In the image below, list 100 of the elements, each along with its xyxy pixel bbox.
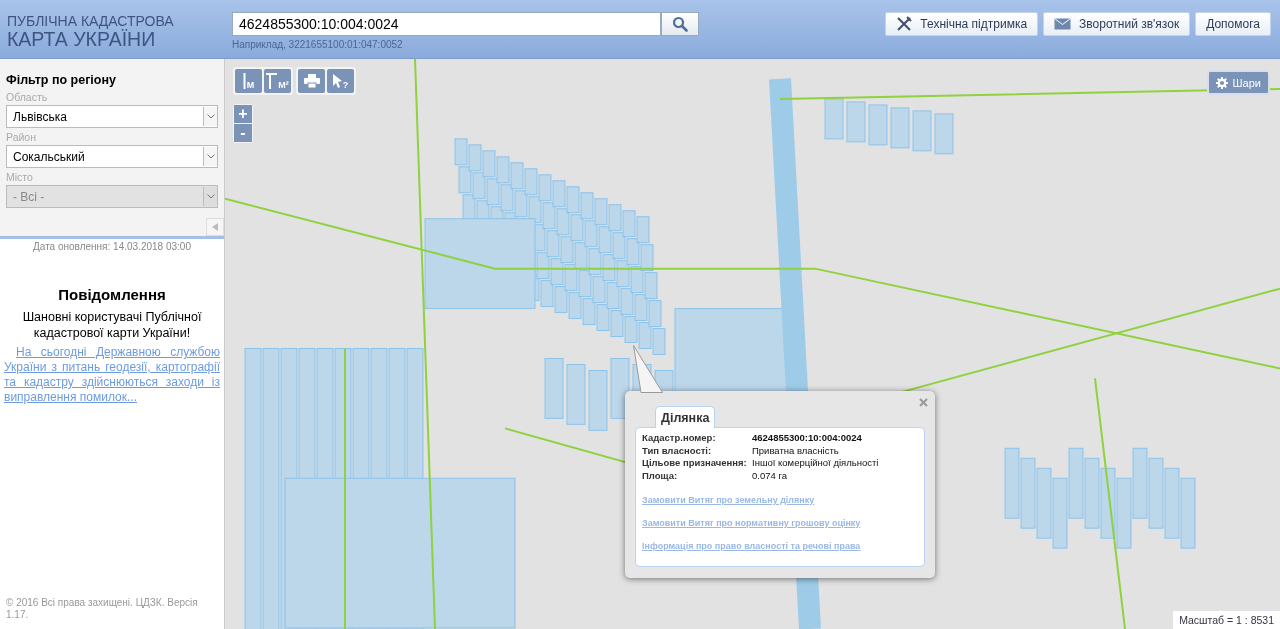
popup-pointer: [633, 345, 663, 393]
ruler-icon: [242, 73, 246, 89]
popup-link[interactable]: Замовити Витяг про земельну ділянку: [642, 495, 815, 505]
land-parcel: [648, 300, 662, 328]
print-tool[interactable]: [298, 69, 325, 93]
land-parcel: [868, 104, 888, 146]
gear-icon: [1215, 76, 1228, 89]
land-parcel: [524, 168, 538, 196]
land-parcel: [616, 260, 630, 288]
land-parcel: [570, 214, 584, 242]
header-button[interactable]: Зворотний зв'язок: [1043, 12, 1191, 36]
land-parcel: [582, 298, 596, 326]
identify-tool[interactable]: ?: [327, 69, 354, 93]
land-parcel: [824, 98, 844, 140]
land-parcel: [556, 208, 570, 236]
land-parcel: [934, 113, 954, 155]
land-parcel: [510, 162, 524, 190]
zoom-in-button[interactable]: +: [234, 105, 252, 123]
notice-link[interactable]: На сьогодні Державною службою України з питань геодезії, картографії та кадастру здійснюються заходи із виправлення помилок...: [0, 345, 224, 405]
land-parcel: [566, 186, 580, 214]
land-parcel: [496, 156, 510, 184]
close-button[interactable]: [918, 397, 929, 408]
land-parcel: [486, 178, 500, 206]
land-parcel: [554, 286, 568, 314]
layers-button[interactable]: Шари: [1206, 70, 1270, 95]
land-parcel: [578, 270, 592, 298]
property-value: 4624855300:10:004:0024: [752, 432, 862, 445]
property-label: Тип власності:: [642, 444, 713, 457]
land-parcel: [1132, 447, 1148, 519]
land-parcel: [652, 328, 666, 355]
caret-icon: [203, 147, 217, 166]
land-parcel: [580, 192, 594, 220]
property-value: 0.074 га: [752, 469, 787, 482]
envelope-icon: [1054, 18, 1072, 30]
land-parcel: [1052, 477, 1068, 549]
land-parcel: [606, 282, 620, 310]
area-tool[interactable]: M²: [264, 69, 291, 93]
caret-icon: [203, 107, 217, 126]
header-button[interactable]: Технічна підтримка: [885, 12, 1039, 36]
land-parcel: [552, 180, 566, 208]
logo-subtitle: ПУБЛІЧНА КАДАСТРОВА: [7, 14, 175, 29]
land-parcel: [588, 248, 602, 276]
distance-tool[interactable]: M: [235, 69, 262, 93]
land-parcel: [588, 369, 608, 431]
land-parcel: [598, 226, 612, 254]
close-icon: [919, 398, 928, 407]
land-parcel: [1084, 457, 1100, 529]
search-field[interactable]: 4624855300:10:004:0024: [232, 12, 661, 36]
logo-title: КАРТА УКРАЇНИ: [7, 29, 156, 49]
copyright-text: © 2016 Всі права захищені. ЦДЗК. Версія 1.17.: [5, 597, 199, 622]
region-select[interactable]: Львівська: [6, 105, 218, 128]
caret-icon: [203, 187, 217, 206]
land-parcel: [912, 110, 932, 152]
land-parcel: [540, 280, 554, 308]
region-select[interactable]: Сокальський: [6, 145, 218, 168]
search-icon: [672, 16, 688, 32]
pointer-icon: [332, 74, 342, 88]
land-parcel: [544, 357, 564, 419]
land-parcel: [1068, 447, 1084, 519]
land-parcel: [596, 304, 610, 331]
land-parcel: [636, 216, 650, 244]
land-parcel: [630, 266, 644, 294]
land-parcel: [1180, 477, 1196, 549]
land-parcel: [594, 198, 608, 226]
land-parcel: [592, 276, 606, 304]
land-parcel: [640, 244, 654, 272]
popup-link[interactable]: Замовити Витяг про нормативну грошову оцінку: [642, 518, 861, 528]
land-parcel: [1004, 447, 1020, 519]
popup-link[interactable]: Інформація про право власності та речові права: [642, 541, 861, 551]
land-parcel: [626, 238, 640, 266]
land-parcel: [454, 138, 468, 166]
land-parcel: [644, 272, 658, 300]
land-parcel: [624, 316, 638, 343]
search-example-hint: Наприклад, 3221655100:01:047:0052: [232, 39, 404, 50]
land-parcel: [1036, 467, 1052, 539]
land-parcel: [546, 230, 560, 258]
popup-tab[interactable]: Ділянка: [655, 406, 716, 428]
land-parcel: [1020, 457, 1036, 529]
field-label: Місто: [6, 171, 34, 183]
land-parcel: [458, 166, 472, 194]
land-parcel: [584, 220, 598, 248]
land-parcel: [564, 264, 578, 292]
land-parcel: [638, 322, 652, 349]
tools-icon: [896, 16, 913, 32]
notice-greeting: Шановні користувачі Публічної кадастрової карти України!: [21, 309, 203, 341]
land-parcel: [550, 258, 564, 286]
land-parcel: [560, 236, 574, 264]
land-parcel: [602, 254, 616, 282]
header-button[interactable]: Допомога: [1195, 12, 1271, 36]
field-label: Область: [6, 91, 49, 103]
land-parcel: [612, 232, 626, 260]
search-button[interactable]: [661, 12, 699, 36]
update-date: Дата оновлення: 14.03.2018 03:00: [32, 241, 192, 252]
land-parcel: [568, 292, 582, 320]
collapse-button[interactable]: [206, 218, 224, 236]
area-icon: [266, 73, 278, 89]
land-parcel: [500, 184, 514, 212]
land-parcel: [472, 172, 486, 200]
notice-title: Повідомлення: [57, 286, 167, 303]
zoom-out-button[interactable]: -: [234, 124, 252, 142]
